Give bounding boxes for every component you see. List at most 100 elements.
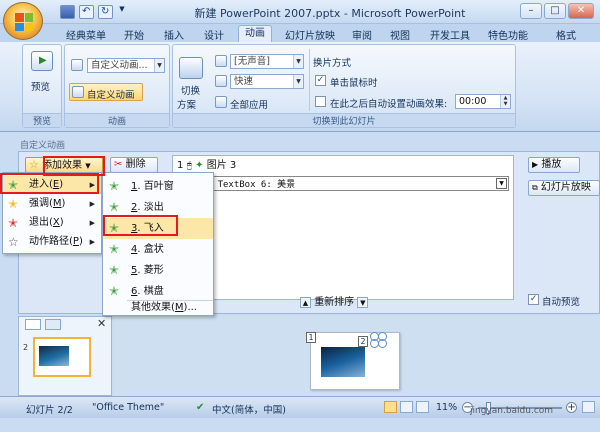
reading-view-icon[interactable]: [416, 401, 429, 413]
save-icon[interactable]: [60, 5, 75, 19]
motion-path-star-icon: ☆: [8, 235, 19, 249]
highlight-fly-in: [103, 215, 178, 236]
outline-tab-icon[interactable]: [45, 319, 61, 330]
submenu-arrow-icon: ▶: [89, 238, 95, 246]
move-up-icon[interactable]: ▲: [300, 296, 311, 308]
quick-access-toolbar: ↶ ↻ ▼: [60, 5, 127, 20]
speed-icon: [215, 75, 227, 87]
entrance-submenu: ✭ 1. 百叶窗 ✭ 2. 淡出 ✭ 3. 飞入 ✭ 4. 盒状 ✭ 5. 菱形…: [102, 172, 214, 316]
submenu-arrow-icon: ▶: [89, 219, 95, 227]
tab-format[interactable]: 格式: [556, 27, 576, 42]
slideshow-button[interactable]: ⧉ 幻灯片放映: [528, 180, 600, 196]
tab-insert[interactable]: 插入: [164, 27, 184, 42]
submenu-item-more-effects[interactable]: 其他效果(M)...: [103, 297, 213, 318]
submenu-item-blinds[interactable]: ✭ 1. 百叶窗: [103, 176, 213, 197]
status-bar: 幻灯片 2/2 "Office Theme" ✔ 中文(简体，中国) 11% −…: [0, 396, 600, 418]
animation-marker-1: 1: [306, 332, 316, 343]
transition-group: 切换 方案 [无声音] ▼ 快速 ▼ 全部应用 换片方式 ✓ 单击鼠标时 在此之后自…: [172, 44, 516, 128]
switch-scheme-label-2[interactable]: 方案: [177, 97, 196, 111]
close-button[interactable]: ✕: [568, 3, 594, 19]
list-item-dropdown-icon[interactable]: ▼: [496, 178, 507, 189]
tab-slideshow[interactable]: 幻灯片放映: [285, 27, 335, 42]
qat-dropdown-icon[interactable]: ▼: [117, 5, 127, 19]
entrance-star-icon: ✭: [109, 179, 120, 193]
tab-design[interactable]: 设计: [204, 27, 224, 42]
switch-scheme-label-1[interactable]: 切换: [181, 83, 200, 97]
bottom-strip: [0, 418, 600, 432]
speed-combo[interactable]: 快速 ▼: [230, 74, 304, 89]
menu-item-motion-path[interactable]: ☆ 动作路径(P) ▶: [3, 233, 101, 251]
slide-image[interactable]: [321, 347, 365, 377]
tab-animation[interactable]: 动画: [238, 25, 272, 42]
slide-counter: 幻灯片 2/2: [26, 405, 73, 416]
apply-all-button[interactable]: 全部应用: [230, 97, 268, 111]
sound-combo[interactable]: [无声音] ▼: [230, 54, 304, 69]
delete-button[interactable]: ✂ 删除: [110, 157, 158, 173]
play-button[interactable]: ▶ 播放: [528, 157, 580, 173]
watermark-text: jingyan.baidu.com: [470, 406, 554, 416]
custom-animation-pane-title: 自定义动画: [20, 141, 66, 151]
auto-after-label: 在此之后自动设置动画效果:: [330, 99, 448, 110]
on-click-label: 单击鼠标时: [330, 78, 378, 89]
preview-icon[interactable]: ▶: [31, 51, 53, 71]
ribbon-tabs: 经典菜单 开始 插入 设计 动画 幻灯片放映 审阅 视图 开发工具 特色功能 格…: [0, 24, 600, 42]
spellcheck-icon[interactable]: ✔: [196, 402, 204, 413]
submenu-item-diamond[interactable]: ✭ 5. 菱形: [103, 260, 213, 281]
language-indicator: 中文(简体，中国): [212, 405, 286, 416]
auto-time-spinner[interactable]: 00:00 ▲ ▼: [455, 94, 511, 109]
tab-review[interactable]: 审阅: [352, 27, 372, 42]
animation-icon: [71, 59, 83, 71]
entrance-star-icon: ✭: [109, 284, 120, 298]
transition-group-label: 切换到此幻灯片: [173, 113, 515, 127]
window-title: 新建 PowerPoint 2007.pptx - Microsoft Powe…: [194, 7, 466, 20]
restore-button[interactable]: □: [544, 3, 566, 19]
auto-after-checkbox[interactable]: [315, 96, 326, 107]
tab-classic-menu[interactable]: 经典菜单: [66, 27, 106, 42]
office-button[interactable]: [3, 2, 43, 40]
reorder-label: 重新排序: [314, 297, 355, 308]
undo-icon[interactable]: ↶: [79, 5, 94, 19]
play-icon: ▶: [532, 160, 539, 169]
minimize-button[interactable]: –: [520, 3, 542, 19]
apply-all-icon: [215, 96, 227, 108]
autopreview-label: 自动预览: [542, 297, 581, 308]
slide-thumbnails-panel: ✕ 2: [18, 316, 112, 396]
redo-icon[interactable]: ↻: [98, 5, 113, 19]
slideshow-icon: ⧉: [532, 183, 538, 192]
autopreview-checkbox[interactable]: ✓: [528, 294, 539, 305]
menu-item-emphasis[interactable]: ✭ 强调(M) ▶: [3, 195, 101, 213]
list-item[interactable]: 1 🖰 ✦ 图片 3: [177, 158, 507, 173]
menu-item-exit[interactable]: ✭ 退出(X) ▶: [3, 214, 101, 232]
close-panel-icon[interactable]: ✕: [97, 317, 106, 330]
slides-tab-icon[interactable]: [25, 319, 41, 330]
preview-button-label[interactable]: 预览: [31, 79, 50, 93]
slide-sorter-icon[interactable]: [400, 401, 413, 413]
tab-home[interactable]: 开始: [124, 27, 144, 42]
zoom-level: 11%: [436, 402, 458, 413]
on-click-checkbox[interactable]: ✓: [315, 75, 326, 86]
zoom-in-icon[interactable]: +: [566, 402, 577, 413]
ribbon: ▶ 预览 预览 自定义动画... ▼ 自定义动画 动画 切换 方案 [无声音] ▼ …: [0, 42, 600, 132]
custom-animation-combo[interactable]: 自定义动画... ▼: [87, 58, 165, 73]
custom-animation-button[interactable]: 自定义动画: [69, 83, 143, 101]
emphasis-star-icon: ✭: [8, 197, 19, 211]
normal-view-icon[interactable]: [384, 401, 397, 413]
tab-special-features[interactable]: 特色功能: [488, 27, 528, 42]
preview-group-label: 预览: [23, 113, 61, 127]
fit-to-window-icon[interactable]: [582, 401, 595, 413]
animation-group: 自定义动画... ▼ 自定义动画 动画: [64, 44, 170, 128]
entrance-star-icon: ✭: [109, 200, 120, 214]
animation-marker-2: 2: [358, 336, 368, 347]
tab-view[interactable]: 视图: [390, 27, 410, 42]
slide-thumbnail[interactable]: [33, 337, 91, 377]
custom-animation-icon: [72, 86, 84, 98]
move-down-icon[interactable]: ▼: [357, 296, 369, 308]
animation-list[interactable]: 1 🖰 ✦ 图片 3 ✦ TextBox 6: 美景 ▼: [172, 155, 514, 300]
tab-developer[interactable]: 开发工具: [430, 27, 470, 42]
list-item[interactable]: ✦ TextBox 6: 美景 ▼: [203, 176, 509, 191]
transition-scheme-icon[interactable]: [179, 57, 203, 79]
submenu-item-box[interactable]: ✭ 4. 盒状: [103, 239, 213, 260]
star-icon: ☆: [29, 158, 39, 171]
slide-editing-area: 1 2: [114, 316, 600, 396]
delete-icon: ✂: [114, 159, 123, 170]
